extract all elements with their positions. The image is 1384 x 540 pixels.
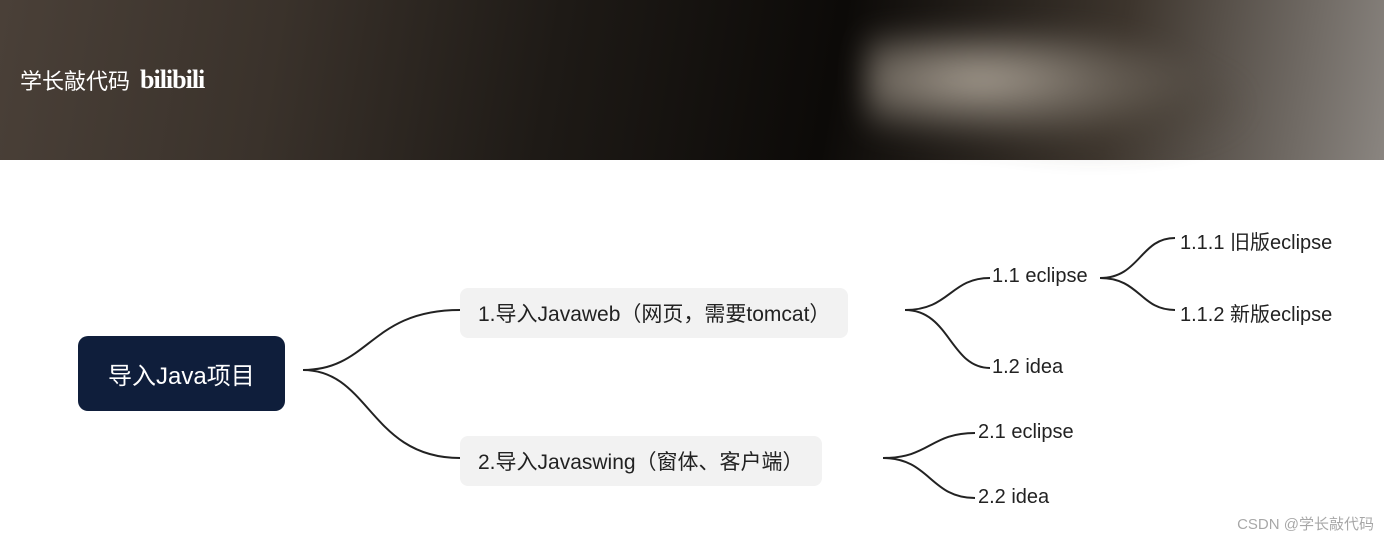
leaf-eclipse-2[interactable]: 2.1 eclipse xyxy=(978,421,1074,444)
video-header: 学长敲代码 bilibili xyxy=(0,0,1384,160)
branch-javaweb[interactable]: 1.导入Javaweb（网页，需要tomcat） xyxy=(460,288,848,338)
brand-text: 学长敲代码 xyxy=(20,64,130,96)
leaf-idea-2[interactable]: 2.2 idea xyxy=(978,486,1049,509)
branch-javaswing[interactable]: 2.导入Javaswing（窗体、客户端） xyxy=(460,436,822,486)
leaf-old-eclipse[interactable]: 1.1.1 旧版eclipse xyxy=(1180,226,1332,255)
leaf-idea-1[interactable]: 1.2 idea xyxy=(992,356,1063,379)
bilibili-logo: bilibili xyxy=(140,65,204,95)
leaf-eclipse-1[interactable]: 1.1 eclipse xyxy=(992,265,1088,288)
brand-block: 学长敲代码 bilibili xyxy=(20,64,204,96)
mindmap-canvas: 导入Java项目 1.导入Javaweb（网页，需要tomcat） 2.导入Ja… xyxy=(0,160,1384,540)
leaf-new-eclipse[interactable]: 1.1.2 新版eclipse xyxy=(1180,298,1332,327)
root-node[interactable]: 导入Java项目 xyxy=(78,336,285,411)
watermark-text: CSDN @学长敲代码 xyxy=(1237,513,1374,534)
